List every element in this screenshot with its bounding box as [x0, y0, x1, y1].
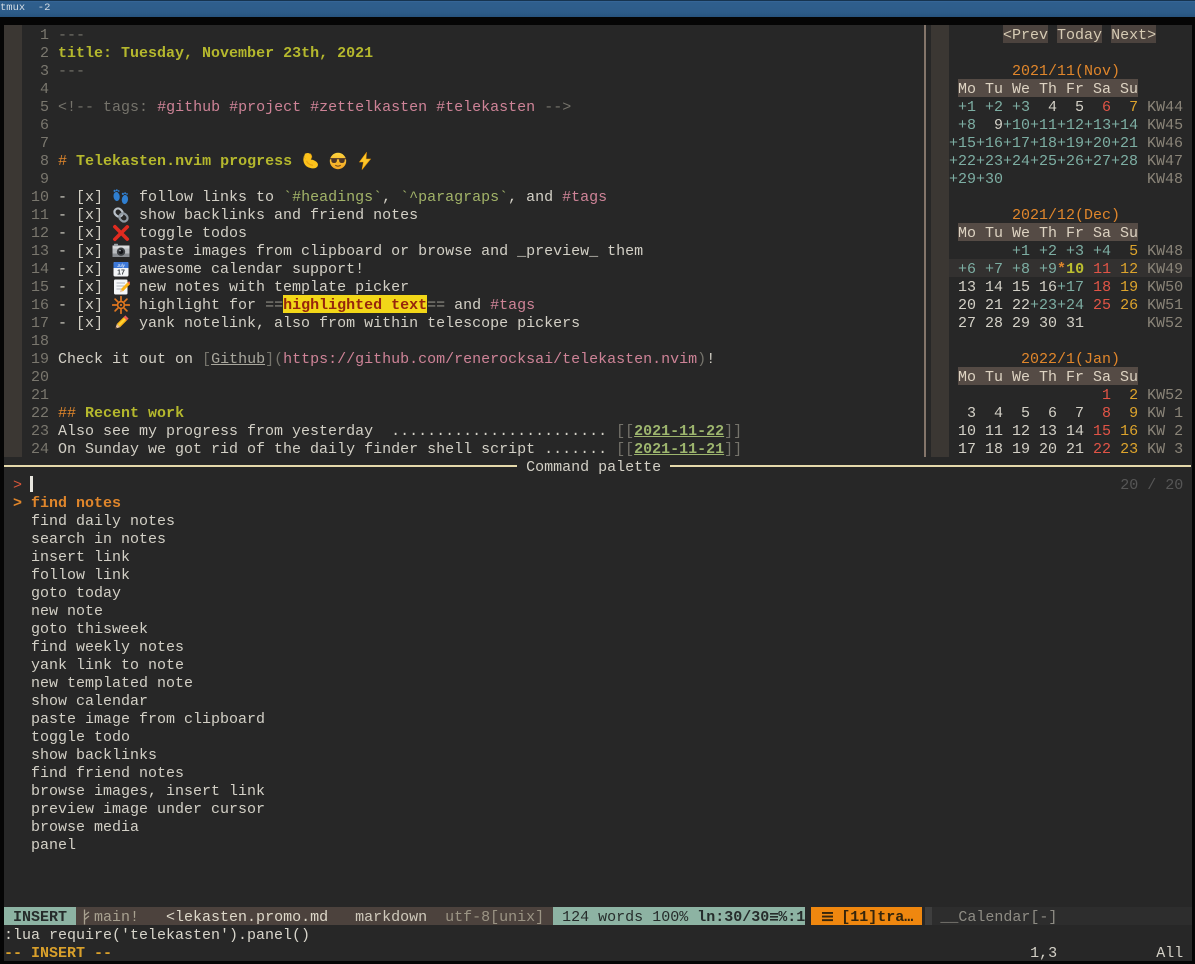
svg-text:July: July [116, 263, 125, 268]
svg-text:17: 17 [117, 270, 125, 277]
